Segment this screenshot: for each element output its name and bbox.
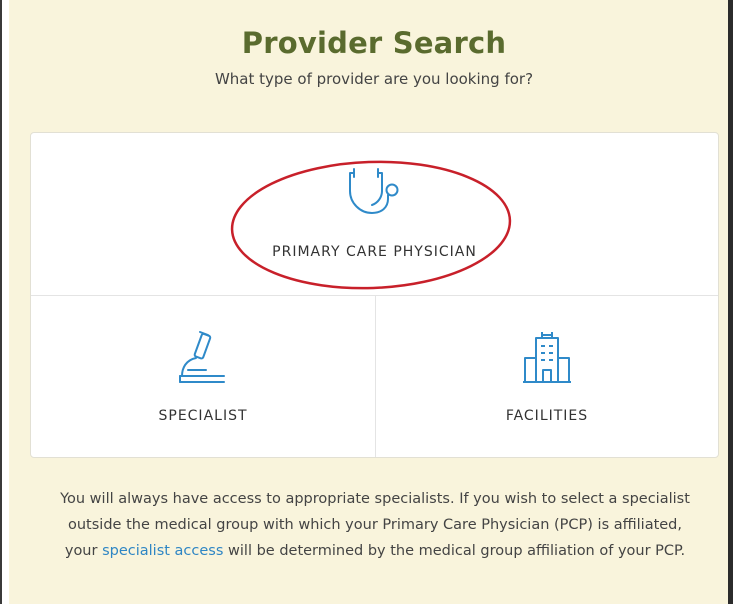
page: Provider Search What type of provider ar… xyxy=(0,0,733,604)
option-specialist[interactable]: SPECIALIST xyxy=(31,296,376,457)
page-subtitle: What type of provider are you looking fo… xyxy=(214,70,534,88)
hospital-building-icon xyxy=(523,332,571,383)
option-facilities[interactable]: FACILITIES xyxy=(376,296,718,457)
facilities-label: FACILITIES xyxy=(505,408,589,424)
specialist-access-link[interactable]: specialist access xyxy=(102,543,223,559)
window-border xyxy=(0,0,2,604)
scrollbar-edge xyxy=(728,0,733,604)
stethoscope-icon xyxy=(349,168,399,214)
specialist-label: SPECIALIST xyxy=(158,408,248,424)
option-primary-care-physician[interactable]: PRIMARY CARE PHYSICIAN xyxy=(31,133,718,296)
provider-type-card: PRIMARY CARE PHYSICIAN SPECIALIST FACILI… xyxy=(30,132,719,458)
page-title: Provider Search xyxy=(241,26,507,60)
info-text-end: will be determined by the medical group … xyxy=(223,543,686,559)
microscope-icon xyxy=(179,331,225,383)
primary-care-physician-label: PRIMARY CARE PHYSICIAN xyxy=(272,244,477,260)
specialist-access-info: You will always have access to appropria… xyxy=(50,486,700,564)
